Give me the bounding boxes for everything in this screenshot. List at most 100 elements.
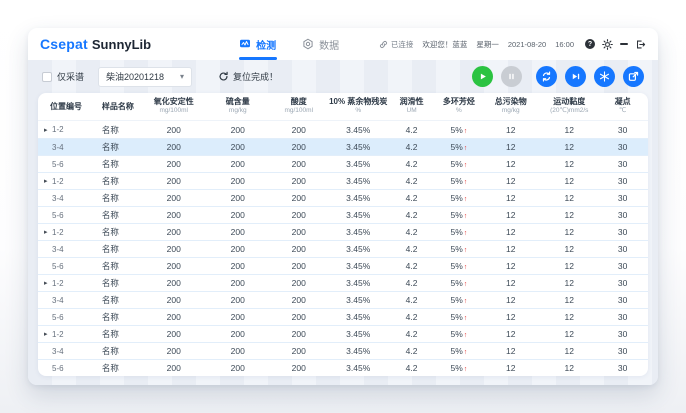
value-cell: 5%↑	[434, 193, 483, 203]
table-row[interactable]: ▸ 1-2 名称 2002002003.45%4.25%↑121230	[38, 172, 648, 189]
value-cell: 200	[206, 329, 270, 339]
position-cell: 3-4	[38, 143, 90, 152]
sample-name-cell: 名称	[90, 141, 142, 153]
value-cell: 200	[206, 142, 270, 152]
table-row[interactable]: 3-4 名称 2002002003.45%4.25%↑121230	[38, 291, 648, 308]
value-cell: 30	[600, 329, 645, 339]
sample-name-cell: 名称	[90, 277, 142, 289]
value-cell: 200	[270, 244, 328, 254]
value-cell: 200	[142, 142, 206, 152]
position-cell: ▸ 1-2	[38, 279, 90, 288]
value-cell: 3.45%	[328, 329, 389, 339]
logout-icon[interactable]	[635, 39, 646, 50]
position-value: 1-2	[52, 177, 64, 186]
value-cell: 4.2	[389, 159, 435, 169]
column-header: 凝点℃	[600, 97, 645, 115]
sample-name-cell: 名称	[90, 226, 142, 238]
start-button[interactable]	[472, 66, 493, 87]
value-cell: 200	[142, 329, 206, 339]
play-next-button[interactable]	[565, 66, 586, 87]
position-cell: 3-4	[38, 296, 90, 305]
sample-select[interactable]: 柴油20201218 ▾	[98, 67, 192, 87]
value-cell: 12	[538, 193, 600, 203]
value-cell: 3.45%	[328, 244, 389, 254]
value-cell: 200	[206, 193, 270, 203]
sync-button[interactable]	[536, 66, 557, 87]
value-cell: 3.45%	[328, 312, 389, 322]
value-cell: 12	[538, 312, 600, 322]
expand-arrow-icon[interactable]: ▸	[44, 177, 52, 185]
chevron-down-icon: ▾	[180, 72, 184, 81]
value-cell: 12	[538, 346, 600, 356]
value-cell: 12	[538, 278, 600, 288]
brand-name: Csepat	[40, 36, 88, 52]
position-value: 5-6	[52, 313, 64, 322]
freeze-button[interactable]	[594, 66, 615, 87]
up-arrow-alert-icon: ↑	[464, 145, 468, 152]
value-cell: 200	[206, 125, 270, 135]
value-cell: 200	[270, 142, 328, 152]
app-header: Csepat SunnyLib 检测 数据	[28, 28, 658, 60]
value-cell: 5%↑	[434, 210, 483, 220]
toolbar: 仅采谱 柴油20201218 ▾ 复位完成！	[38, 60, 648, 93]
value-cell: 12	[538, 125, 600, 135]
capture-only-checkbox[interactable]: 仅采谱	[42, 70, 84, 83]
pause-button[interactable]	[501, 66, 522, 87]
tab-data[interactable]: 数据	[302, 28, 339, 60]
table-row[interactable]: 5-6 名称 2002002003.45%4.25%↑121230	[38, 257, 648, 274]
tab-label: 数据	[319, 37, 339, 52]
minimize-icon[interactable]	[620, 43, 628, 45]
value-cell: 200	[270, 295, 328, 305]
table-row[interactable]: 3-4 名称 2002002003.45%4.25%↑121230	[38, 138, 648, 155]
expand-arrow-icon[interactable]: ▸	[44, 126, 52, 134]
table-row[interactable]: ▸ 1-2 名称 2002002003.45%4.25%↑121230	[38, 223, 648, 240]
value-cell: 30	[600, 312, 645, 322]
checkbox-label: 仅采谱	[57, 70, 84, 83]
expand-arrow-icon[interactable]: ▸	[44, 279, 52, 287]
settings-gear-icon[interactable]	[602, 39, 613, 50]
export-button[interactable]	[623, 66, 644, 87]
expand-arrow-icon[interactable]: ▸	[44, 228, 52, 236]
value-cell: 30	[600, 261, 645, 271]
value-cell: 5%↑	[434, 278, 483, 288]
up-arrow-alert-icon: ↑	[464, 264, 468, 271]
up-arrow-alert-icon: ↑	[464, 366, 468, 373]
value-cell: 12	[538, 363, 600, 373]
value-cell: 200	[206, 363, 270, 373]
up-arrow-alert-icon: ↑	[464, 179, 468, 186]
value-cell: 200	[206, 346, 270, 356]
table-row[interactable]: ▸ 1-2 名称 2002002003.45%4.25%↑121230	[38, 274, 648, 291]
position-value: 1-2	[52, 330, 64, 339]
position-value: 3-4	[52, 296, 64, 305]
table-row[interactable]: 5-6 名称 2002002003.45%4.25%↑121230	[38, 155, 648, 172]
column-header: 样品名称	[90, 102, 142, 112]
app-window: Csepat SunnyLib 检测 数据	[28, 28, 658, 385]
value-cell: 200	[206, 176, 270, 186]
tab-detection[interactable]: 检测	[239, 28, 276, 60]
value-cell: 4.2	[389, 176, 435, 186]
sample-name-cell: 名称	[90, 311, 142, 323]
checkbox-icon[interactable]	[42, 72, 52, 82]
help-icon[interactable]: ?	[585, 39, 595, 49]
table-row[interactable]: 3-4 名称 2002002003.45%4.25%↑121230	[38, 342, 648, 359]
table-row[interactable]: 3-4 名称 2002002003.45%4.25%↑121230	[38, 189, 648, 206]
sample-name-cell: 名称	[90, 362, 142, 374]
table-row[interactable]: ▸ 1-2 名称 2002002003.45%4.25%↑121230	[38, 121, 648, 138]
expand-arrow-icon[interactable]: ▸	[44, 330, 52, 338]
table-row[interactable]: 5-6 名称 2002002003.45%4.25%↑121230	[38, 206, 648, 223]
value-cell: 30	[600, 210, 645, 220]
reset-refresh-icon[interactable]	[218, 71, 229, 82]
value-cell: 12	[538, 329, 600, 339]
app-body: 仅采谱 柴油20201218 ▾ 复位完成！	[28, 60, 658, 385]
value-cell: 30	[600, 159, 645, 169]
table-row[interactable]: 5-6 名称 2002002003.45%4.25%↑121230	[38, 308, 648, 325]
table-row[interactable]: 5-6 名称 2002002003.45%4.25%↑121230	[38, 359, 648, 376]
value-cell: 5%↑	[434, 363, 483, 373]
value-cell: 4.2	[389, 125, 435, 135]
sample-name-cell: 名称	[90, 192, 142, 204]
sample-name-cell: 名称	[90, 243, 142, 255]
table-row[interactable]: ▸ 1-2 名称 2002002003.45%4.25%↑121230	[38, 325, 648, 342]
table-row[interactable]: 3-4 名称 2002002003.45%4.25%↑121230	[38, 240, 648, 257]
up-arrow-alert-icon: ↑	[464, 332, 468, 339]
value-cell: 12	[483, 295, 538, 305]
